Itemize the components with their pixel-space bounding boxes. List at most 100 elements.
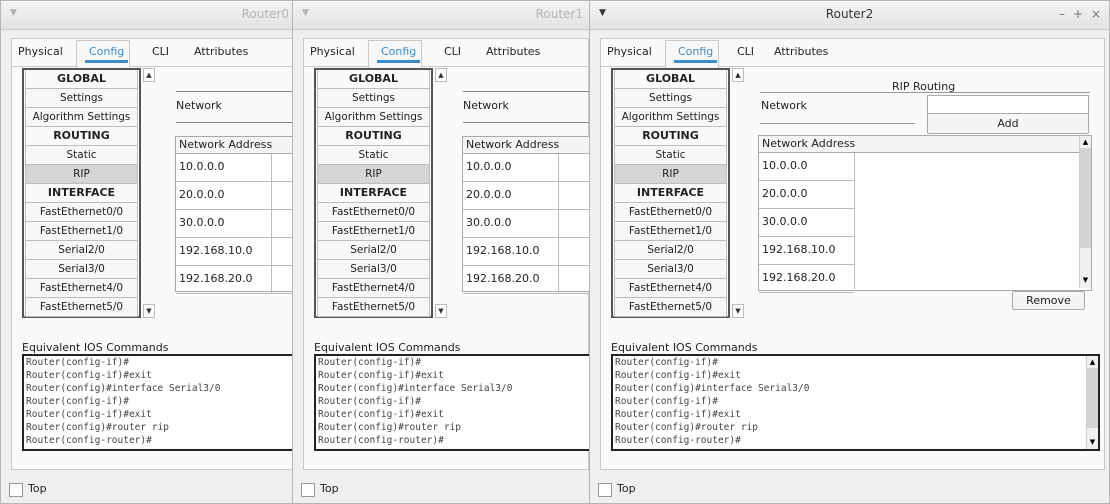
table-row[interactable]: 192.168.10.0 — [759, 237, 854, 265]
table-row[interactable]: 30.0.0.0 — [759, 209, 854, 237]
scroll-down-icon[interactable]: ▼ — [1080, 274, 1091, 286]
tab-cli[interactable]: CLI — [152, 45, 169, 58]
nav-item-algorithm-settings[interactable]: Algorithm Settings — [614, 108, 727, 127]
tab-physical[interactable]: Physical — [607, 45, 652, 58]
top-checkbox-label: Top — [617, 482, 636, 495]
table-row[interactable]: 30.0.0.0 — [463, 210, 593, 238]
router2-titlebar[interactable]: ▼ Router2 – + × — [590, 1, 1109, 30]
ios-scrollbar[interactable]: ▲ ▼ — [1086, 356, 1098, 449]
nav-item-settings[interactable]: Settings — [317, 89, 430, 108]
nav-item-serial3-0[interactable]: Serial3/0 — [614, 260, 727, 279]
nav-item-algorithm-settings[interactable]: Algorithm Settings — [25, 108, 138, 127]
checkbox-box[interactable] — [301, 483, 315, 497]
table-row[interactable]: 10.0.0.0 — [176, 154, 299, 182]
tab-config[interactable]: Config — [84, 45, 129, 63]
ios-commands-output[interactable]: Router(config-if)# Router(config-if)#exi… — [611, 354, 1100, 451]
nav-item-settings[interactable]: Settings — [614, 89, 727, 108]
router2-window: ▼ Router2 – + × Physical Config CLI Attr… — [589, 0, 1110, 504]
remove-button[interactable]: Remove — [1012, 291, 1085, 310]
scroll-up-icon[interactable]: ▲ — [143, 68, 155, 82]
nav-item-static[interactable]: Static — [317, 146, 430, 165]
table-row[interactable]: 30.0.0.0 — [176, 210, 299, 238]
nav-item-serial3-0[interactable]: Serial3/0 — [317, 260, 430, 279]
network-input[interactable] — [927, 95, 1089, 114]
table-scrollbar[interactable]: ▲ ▼ — [1079, 136, 1091, 288]
nav-item-static[interactable]: Static — [614, 146, 727, 165]
nav-item-fastethernet1-0[interactable]: FastEthernet1/0 — [317, 222, 430, 241]
scroll-down-icon[interactable]: ▼ — [143, 304, 155, 318]
tab-cli[interactable]: CLI — [444, 45, 461, 58]
nav-header-interface: INTERFACE — [317, 184, 430, 203]
table-row[interactable]: 192.168.20.0 — [759, 265, 854, 293]
network-address-table: Network Address 10.0.0.0 20.0.0.0 30.0.0… — [462, 136, 593, 294]
table-row[interactable]: 192.168.20.0 — [176, 266, 299, 294]
nav-scrollbar[interactable]: ▲ ▼ — [732, 68, 744, 318]
nav-item-settings[interactable]: Settings — [25, 89, 138, 108]
nav-scrollbar[interactable]: ▲ ▼ — [435, 68, 447, 318]
nav-item-fastethernet4-0[interactable]: FastEthernet4/0 — [317, 279, 430, 298]
scroll-up-icon[interactable]: ▲ — [1087, 356, 1098, 368]
table-row[interactable]: 10.0.0.0 — [463, 154, 593, 182]
scroll-thumb[interactable] — [1080, 148, 1091, 248]
table-row[interactable]: 10.0.0.0 — [759, 153, 854, 181]
window-menu-arrow-icon[interactable]: ▼ — [10, 8, 17, 18]
tab-physical[interactable]: Physical — [310, 45, 355, 58]
nav-header-routing: ROUTING — [25, 127, 138, 146]
nav-header-interface: INTERFACE — [614, 184, 727, 203]
router0-titlebar[interactable]: ▼ Router0 — [1, 1, 299, 30]
tab-config[interactable]: Config — [376, 45, 421, 63]
scroll-down-icon[interactable]: ▼ — [1087, 436, 1098, 448]
nav-item-serial2-0[interactable]: Serial2/0 — [614, 241, 727, 260]
nav-item-fastethernet5-0[interactable]: FastEthernet5/0 — [614, 298, 727, 317]
scroll-up-icon[interactable]: ▲ — [1080, 136, 1091, 148]
maximize-icon[interactable]: + — [1073, 7, 1083, 21]
nav-item-static[interactable]: Static — [25, 146, 138, 165]
add-button[interactable]: Add — [927, 113, 1089, 134]
nav-item-fastethernet4-0[interactable]: FastEthernet4/0 — [25, 279, 138, 298]
close-icon[interactable]: × — [1091, 7, 1101, 21]
minimize-icon[interactable]: – — [1059, 7, 1065, 21]
scroll-up-icon[interactable]: ▲ — [435, 68, 447, 82]
ios-commands-output[interactable]: Router(config-if)# Router(config-if)#exi… — [314, 354, 593, 451]
tab-cli[interactable]: CLI — [737, 45, 754, 58]
nav-item-fastethernet0-0[interactable]: FastEthernet0/0 — [317, 203, 430, 222]
nav-item-serial3-0[interactable]: Serial3/0 — [25, 260, 138, 279]
table-row[interactable]: 20.0.0.0 — [176, 182, 299, 210]
checkbox-box[interactable] — [9, 483, 23, 497]
nav-header-global: GLOBAL — [25, 70, 138, 89]
scroll-thumb[interactable] — [1087, 368, 1098, 428]
nav-item-fastethernet1-0[interactable]: FastEthernet1/0 — [614, 222, 727, 241]
nav-item-serial2-0[interactable]: Serial2/0 — [25, 241, 138, 260]
scroll-down-icon[interactable]: ▼ — [435, 304, 447, 318]
nav-item-fastethernet5-0[interactable]: FastEthernet5/0 — [25, 298, 138, 317]
nav-item-fastethernet5-0[interactable]: FastEthernet5/0 — [317, 298, 430, 317]
table-row[interactable]: 192.168.20.0 — [463, 266, 593, 294]
nav-item-serial2-0[interactable]: Serial2/0 — [317, 241, 430, 260]
nav-item-fastethernet1-0[interactable]: FastEthernet1/0 — [25, 222, 138, 241]
tab-attributes[interactable]: Attributes — [194, 45, 248, 58]
router1-window: ▼ Router1 Physical Config CLI Attributes… — [292, 0, 594, 504]
ios-commands-output[interactable]: Router(config-if)# Router(config-if)#exi… — [22, 354, 299, 451]
nav-item-fastethernet4-0[interactable]: FastEthernet4/0 — [614, 279, 727, 298]
tab-attributes[interactable]: Attributes — [774, 45, 828, 58]
scroll-down-icon[interactable]: ▼ — [732, 304, 744, 318]
table-row[interactable]: 192.168.10.0 — [463, 238, 593, 266]
checkbox-box[interactable] — [598, 483, 612, 497]
nav-item-rip[interactable]: RIP — [317, 165, 430, 184]
top-checkbox-label: Top — [28, 482, 47, 495]
tab-physical[interactable]: Physical — [18, 45, 63, 58]
nav-item-algorithm-settings[interactable]: Algorithm Settings — [317, 108, 430, 127]
nav-item-rip[interactable]: RIP — [25, 165, 138, 184]
tab-config[interactable]: Config — [673, 45, 718, 63]
nav-item-rip[interactable]: RIP — [614, 165, 727, 184]
table-row[interactable]: 20.0.0.0 — [759, 181, 854, 209]
router1-titlebar[interactable]: ▼ Router1 — [293, 1, 593, 30]
window-menu-arrow-icon[interactable]: ▼ — [302, 8, 309, 18]
nav-scrollbar[interactable]: ▲ ▼ — [143, 68, 155, 318]
table-row[interactable]: 192.168.10.0 — [176, 238, 299, 266]
tab-attributes[interactable]: Attributes — [486, 45, 540, 58]
table-row[interactable]: 20.0.0.0 — [463, 182, 593, 210]
scroll-up-icon[interactable]: ▲ — [732, 68, 744, 82]
nav-item-fastethernet0-0[interactable]: FastEthernet0/0 — [614, 203, 727, 222]
nav-item-fastethernet0-0[interactable]: FastEthernet0/0 — [25, 203, 138, 222]
